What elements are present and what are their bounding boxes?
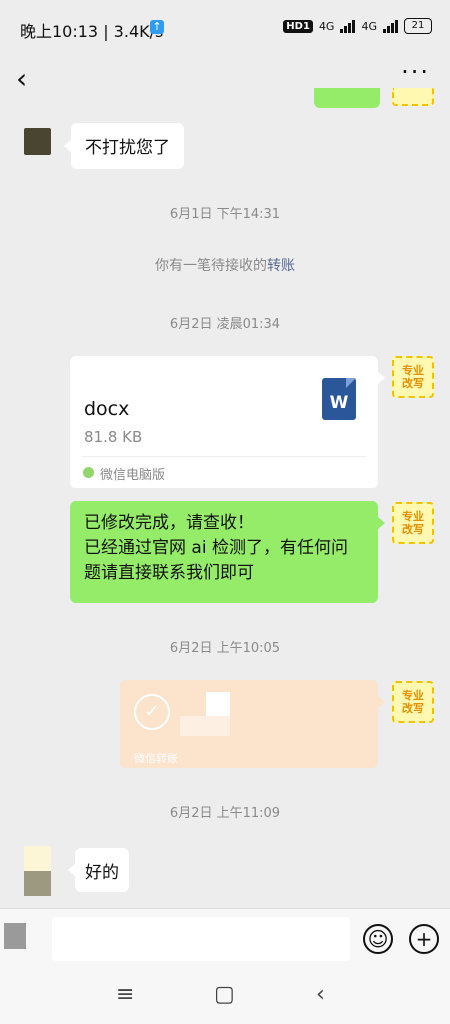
my-avatar[interactable]: 专业 改写 — [392, 681, 434, 723]
bubble-tail — [64, 140, 71, 152]
signal-icon-2 — [383, 19, 398, 33]
status-icons: HD1 4G 4G 21 — [283, 16, 432, 36]
back-nav-icon[interactable]: ‹ — [316, 982, 325, 1007]
check-circle-icon: ✓ — [134, 694, 170, 730]
hd-icon: HD1 — [283, 19, 313, 33]
avatar-text-2: 改写 — [402, 377, 424, 390]
menu-icon[interactable]: ≡ — [116, 982, 134, 1007]
voice-toggle-icon[interactable] — [4, 923, 26, 949]
network-label-1: 4G — [318, 19, 335, 33]
timestamp: 6月2日 上午10:05 — [169, 641, 281, 656]
blurred-patch — [206, 692, 230, 716]
bubble-tail — [68, 864, 75, 876]
network-label-2: 4G — [361, 19, 377, 33]
avatar-text-1: 专业 — [402, 689, 424, 702]
message-input[interactable] — [52, 917, 350, 961]
signal-icon — [340, 19, 356, 33]
timestamp: 6月2日 凌晨01:34 — [169, 317, 281, 332]
upload-arrow-icon: ↑ — [150, 20, 164, 34]
bubble-tail — [378, 517, 385, 529]
status-bar: 晚上10:13 | 3.4K/s ↑ HD1 4G 4G 21 — [0, 0, 450, 56]
system-nav-bar: ≡ ▢ ‹ — [0, 968, 450, 1024]
my-avatar[interactable]: 专业 改写 — [392, 356, 434, 398]
bubble-tail — [378, 372, 385, 384]
avatar-text-1: 专业 — [402, 510, 424, 523]
file-source: 微信电脑版 — [100, 468, 166, 483]
file-message-card[interactable]: docx 81.8 KB W 微信电脑版 — [70, 356, 378, 488]
file-name: docx — [84, 398, 130, 420]
wechat-icon — [83, 467, 94, 478]
plus-icon[interactable]: + — [409, 924, 439, 954]
avatar-text-2: 改写 — [402, 702, 424, 715]
bubble-tail — [378, 696, 385, 708]
word-document-icon: W — [322, 378, 356, 420]
message-bubble-incoming[interactable]: 不打扰您了 — [71, 123, 184, 169]
home-icon[interactable]: ▢ — [214, 982, 235, 1007]
transfer-label: 微信转账 — [134, 752, 178, 765]
message-bubble-outgoing[interactable]: 已修改完成，请查收！ 已经通过官网 ai 检测了，有任何问题请直接联系我们即可 — [70, 501, 378, 603]
emoji-icon[interactable]: ☺ — [363, 924, 393, 954]
chat-header: ‹ ··· — [0, 56, 450, 100]
contact-avatar[interactable] — [24, 846, 51, 896]
status-time: 晚上10:13 | 3.4K/s — [20, 22, 164, 41]
message-bubble-incoming[interactable]: 好的 — [75, 848, 129, 892]
back-icon[interactable]: ‹ — [16, 62, 27, 95]
avatar-text-1: 专业 — [402, 364, 424, 377]
blurred-patch — [180, 716, 230, 736]
timestamp: 6月1日 下午14:31 — [169, 207, 281, 222]
timestamp: 6月2日 上午11:09 — [169, 806, 281, 821]
divider — [82, 456, 366, 457]
transfer-card[interactable]: ✓ 微信转账 — [120, 680, 378, 768]
previous-message-partial — [314, 88, 380, 108]
input-bar: ☺ + — [0, 908, 450, 969]
my-avatar[interactable]: 专业 改写 — [392, 502, 434, 544]
more-icon[interactable]: ··· — [401, 58, 430, 86]
transfer-notice-text: 你有一笔待接收的 — [155, 258, 267, 274]
transfer-notice: 你有一笔待接收的转账 — [0, 255, 450, 275]
avatar-text-2: 改写 — [402, 523, 424, 536]
contact-avatar[interactable] — [24, 128, 51, 155]
battery-icon: 21 — [404, 18, 432, 34]
my-avatar-partial — [392, 88, 434, 106]
transfer-link[interactable]: 转账 — [267, 258, 295, 274]
file-size: 81.8 KB — [84, 428, 143, 446]
